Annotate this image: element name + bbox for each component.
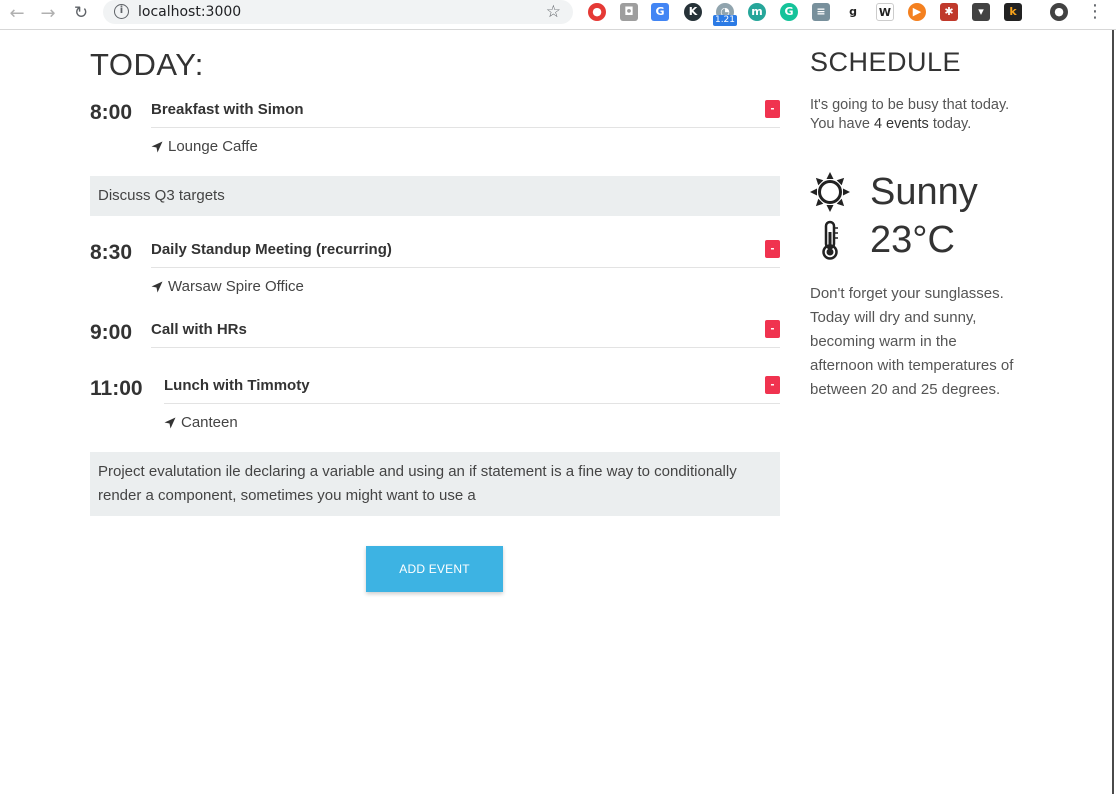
event-count: 4 events [873, 116, 929, 132]
remove-event-button[interactable]: - [765, 376, 780, 394]
extension-red-icon[interactable]: ● [588, 3, 606, 21]
forward-icon[interactable]: → [36, 2, 60, 24]
event-note: Project evalutation ile declaring a vari… [90, 452, 780, 516]
event-location: Lounge Caffe [151, 138, 258, 155]
browser-toolbar: ← → ↻ i localhost:3000 ☆ ● ◘ G K ◔ 1.21 … [0, 0, 1116, 30]
page-title: TODAY: [90, 47, 204, 82]
back-icon[interactable]: ← [5, 2, 29, 24]
remove-event-button[interactable]: - [765, 240, 780, 258]
location-arrow-icon [151, 141, 163, 152]
extension-k2-icon[interactable]: k [1004, 3, 1022, 21]
extension-puzzle-icon[interactable]: ✱ [940, 3, 958, 21]
event-location: Canteen [164, 414, 238, 431]
event-time: 11:00 [90, 377, 143, 400]
url-text[interactable]: localhost:3000 [138, 4, 241, 20]
address-bar[interactable]: i localhost:3000 ☆ [103, 0, 573, 24]
divider [151, 267, 780, 268]
schedule-summary: It's going to be busy that today. You ha… [810, 96, 1010, 134]
event-title: Breakfast with Simon [151, 101, 304, 118]
profile-avatar[interactable]: ● [1050, 3, 1068, 21]
extension-badge: 1.21 [713, 15, 737, 26]
event-item: 8:00 Breakfast with Simon - Lounge Caffe [90, 98, 780, 158]
location-text: Lounge Caffe [168, 138, 258, 155]
event-time: 8:00 [90, 101, 133, 124]
sun-icon [810, 172, 850, 212]
event-item: 8:30 Daily Standup Meeting (recurring) -… [90, 238, 780, 298]
event-time: 8:30 [90, 241, 133, 264]
temperature-text: 23°C [870, 218, 955, 261]
event-title: Daily Standup Meeting (recurring) [151, 241, 392, 258]
bookmark-star-icon[interactable]: ☆ [546, 2, 561, 22]
event-title: Call with HRs [151, 321, 247, 338]
schedule-title: SCHEDULE [810, 47, 962, 77]
weather-temperature: 23°C [810, 218, 955, 262]
browser-menu-icon[interactable]: ⋮ [1086, 3, 1104, 23]
extension-g-icon[interactable]: g [844, 3, 862, 21]
event-note: Discuss Q3 targets [90, 176, 780, 216]
translate-icon[interactable]: G [651, 3, 669, 21]
event-title: Lunch with Timmoty [164, 377, 310, 394]
divider [151, 347, 780, 348]
reload-icon[interactable]: ↻ [69, 2, 93, 24]
extension-k-icon[interactable]: K [684, 3, 702, 21]
pocket-icon[interactable]: ▾ [972, 3, 990, 21]
play-icon[interactable]: ▶ [908, 3, 926, 21]
remove-event-button[interactable]: - [765, 320, 780, 338]
event-item: 11:00 Lunch with Timmoty - Canteen [90, 374, 780, 436]
wikipedia-icon[interactable]: W [876, 3, 894, 21]
divider [151, 127, 780, 128]
layers-icon[interactable]: ≡ [812, 3, 830, 21]
info-icon[interactable]: i [114, 4, 129, 19]
add-event-button[interactable]: ADD EVENT [366, 546, 503, 592]
event-item: 9:00 Call with HRs - [90, 318, 780, 350]
window-edge [1112, 30, 1114, 794]
location-text: Warsaw Spire Office [168, 278, 304, 295]
thermometer-icon [810, 220, 850, 260]
camera-icon[interactable]: ◘ [620, 3, 638, 21]
event-location: Warsaw Spire Office [151, 278, 304, 295]
weather-forecast: Don't forget your sunglasses. Today will… [810, 285, 1014, 398]
weather-condition: Sunny [810, 170, 978, 214]
location-arrow-icon [164, 417, 176, 428]
summary-text-end: today. [928, 116, 972, 132]
extension-m-icon[interactable]: m [748, 3, 766, 21]
remove-event-button[interactable]: - [765, 100, 780, 118]
location-text: Canteen [181, 414, 238, 431]
grammarly-icon[interactable]: G [780, 3, 798, 21]
weather-condition-text: Sunny [870, 170, 978, 213]
divider [164, 403, 780, 404]
event-time: 9:00 [90, 321, 133, 344]
location-arrow-icon [151, 281, 163, 292]
